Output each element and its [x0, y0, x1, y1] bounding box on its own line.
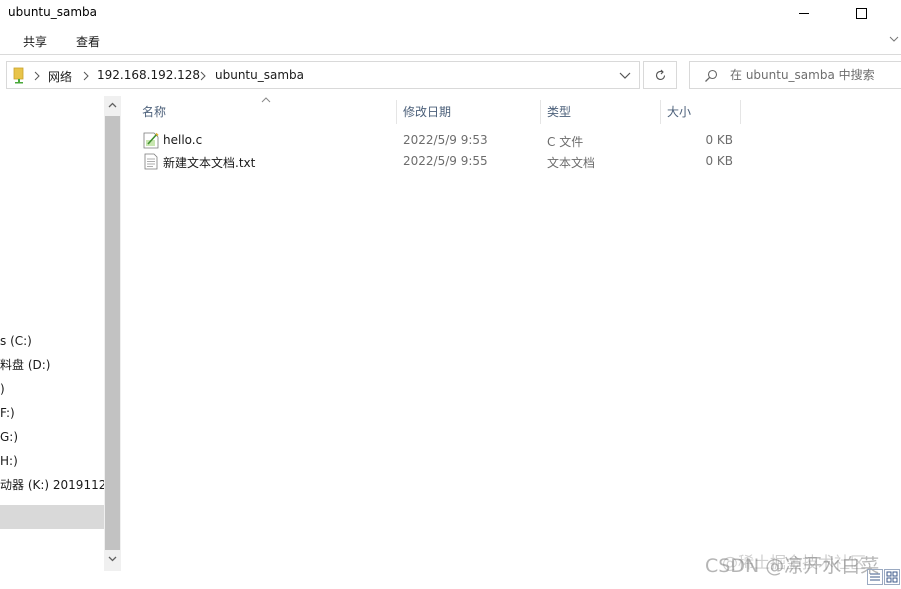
search-box [689, 61, 901, 89]
file-name: 新建文本文档.txt [163, 156, 256, 170]
file-row[interactable]: 新建文本文档.txt 2022/5/9 9:55 文本文档 0 KB [138, 151, 740, 172]
column-divider[interactable] [540, 100, 541, 124]
column-header-size[interactable]: 大小 [667, 100, 691, 124]
address-dropdown-icon[interactable] [619, 71, 631, 81]
file-type: C 文件 [547, 135, 584, 149]
search-icon [705, 69, 718, 82]
file-date: 2022/5/9 9:55 [403, 154, 488, 168]
window-title: ubuntu_samba [8, 5, 98, 19]
ribbon-tabs: 共享 查看 [0, 26, 901, 55]
breadcrumb-separator-icon[interactable] [199, 71, 207, 81]
chevron-down-icon[interactable] [888, 32, 900, 46]
details-view-button[interactable] [867, 569, 883, 585]
nav-item-drive-g[interactable]: G:) [0, 427, 18, 447]
maximize-icon [855, 7, 867, 19]
refresh-button[interactable] [643, 61, 677, 89]
file-explorer-window: ubuntu_samba 共享 查看 网络 192.168.192.128 ub… [0, 0, 901, 589]
nav-item-drive-k[interactable]: 动器 (K:) 20191121_ [0, 475, 120, 495]
minimize-icon [799, 12, 809, 14]
nav-scrollbar[interactable] [104, 96, 121, 571]
column-divider[interactable] [740, 100, 741, 124]
breadcrumb-share[interactable]: ubuntu_samba [215, 68, 304, 82]
breadcrumb-separator-icon[interactable] [82, 71, 90, 81]
file-date: 2022/5/9 9:53 [403, 133, 488, 147]
watermark-csdn: CSDN @凉开水白菜 [705, 555, 880, 577]
scroll-down-icon[interactable] [107, 553, 118, 564]
column-header-date[interactable]: 修改日期 [403, 100, 451, 124]
column-header-name[interactable]: 名称 [142, 100, 166, 124]
nav-item-drive-f[interactable]: F:) [0, 403, 15, 423]
tab-share[interactable]: 共享 [23, 33, 47, 50]
file-type: 文本文档 [547, 156, 596, 170]
scrollbar-thumb[interactable] [105, 116, 120, 550]
navigation-pane: s (C:) 料盘 (D:) ) F:) G:) H:) 动器 (K:) 201… [0, 96, 121, 571]
sort-ascending-icon [261, 97, 271, 103]
file-row[interactable]: hello.c 2022/5/9 9:53 C 文件 0 KB [138, 130, 740, 151]
column-divider[interactable] [660, 100, 661, 124]
network-folder-icon [13, 67, 24, 84]
nav-item-drive-e[interactable]: ) [0, 379, 5, 399]
nav-item-drive-c[interactable]: s (C:) [0, 331, 32, 351]
breadcrumb-network[interactable]: 网络 [48, 68, 72, 85]
details-view-icon [870, 573, 880, 581]
large-icons-view-button[interactable] [884, 569, 900, 585]
file-size: 0 KB [705, 154, 733, 168]
nav-selection-highlight [0, 505, 104, 529]
address-bar[interactable]: 网络 192.168.192.128 ubuntu_samba [6, 61, 640, 89]
search-input[interactable] [730, 67, 895, 83]
nav-item-drive-d[interactable]: 料盘 (D:) [0, 355, 50, 375]
maximize-button[interactable] [838, 0, 884, 26]
minimize-button[interactable] [781, 0, 827, 26]
file-size: 0 KB [705, 133, 733, 147]
title-bar: ubuntu_samba [0, 0, 901, 26]
scroll-up-icon[interactable] [107, 100, 118, 111]
c-source-file-icon [143, 132, 159, 149]
file-name: hello.c [163, 133, 203, 147]
breadcrumb-host[interactable]: 192.168.192.128 [97, 68, 200, 82]
breadcrumb-separator-icon[interactable] [33, 71, 41, 81]
column-divider[interactable] [396, 100, 397, 124]
text-file-icon [144, 153, 158, 170]
large-icons-view-icon [886, 571, 898, 583]
column-header-type[interactable]: 类型 [547, 100, 571, 124]
refresh-icon [655, 69, 665, 80]
nav-item-drive-h[interactable]: H:) [0, 451, 18, 471]
tab-view[interactable]: 查看 [76, 33, 100, 50]
